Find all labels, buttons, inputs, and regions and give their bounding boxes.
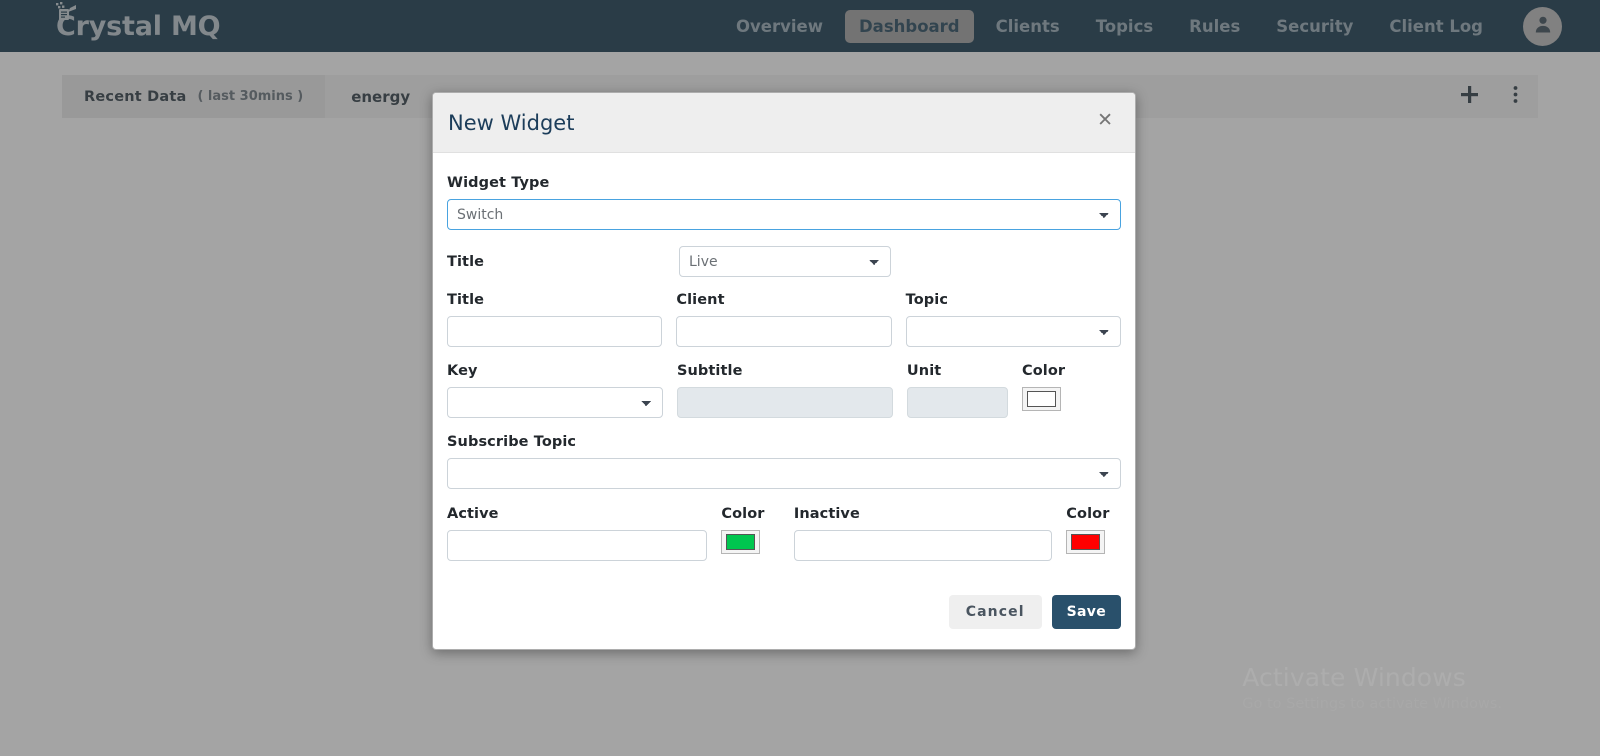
key-field-label: Key (447, 363, 478, 379)
save-button[interactable]: Save (1051, 595, 1121, 629)
widget-type-label: Widget Type (447, 175, 550, 191)
inactive-color-fill (1071, 534, 1101, 550)
active-field-group: Active (447, 506, 708, 561)
identity-row: Title Client Topic (447, 292, 1121, 347)
active-color-swatch[interactable] (721, 530, 761, 554)
title-input[interactable] (447, 316, 663, 347)
subtitle-input (676, 387, 893, 418)
color-field-group: Color (1021, 363, 1121, 411)
key-row: Key Subtitle Unit Color (447, 363, 1121, 418)
color-field-label: Color (1021, 363, 1066, 379)
title-field-label: Title (447, 292, 485, 308)
subscribe-topic-select[interactable] (447, 458, 1121, 489)
client-field-group: Client (676, 292, 892, 347)
subtitle-field-group: Subtitle (676, 363, 893, 418)
subscribe-topic-label: Subscribe Topic (447, 434, 577, 450)
windows-activation-watermark: Activate Windows Go to Settings to activ… (1242, 663, 1502, 712)
modal-footer: Cancel Save (433, 577, 1135, 649)
watermark-subtitle: Go to Settings to activate Windows. (1242, 696, 1502, 712)
unit-field-label: Unit (906, 363, 942, 379)
client-field-label: Client (676, 292, 725, 308)
unit-input (906, 387, 1008, 418)
modal-header: New Widget ✕ (433, 93, 1135, 153)
title-field-group: Title (447, 292, 663, 347)
inactive-input[interactable] (793, 530, 1053, 561)
new-widget-modal: New Widget ✕ Widget Type Switch Title Li… (432, 92, 1136, 650)
widget-type-select[interactable]: Switch (447, 199, 1121, 230)
topic-select[interactable] (905, 316, 1121, 347)
inactive-color-label: Color (1066, 506, 1110, 522)
title-mode-group: Title Live (447, 246, 1121, 277)
key-select[interactable] (447, 387, 663, 418)
modal-body: Widget Type Switch Title Live Title Clie… (433, 153, 1135, 577)
close-icon[interactable]: ✕ (1097, 111, 1113, 130)
widget-color-fill (1026, 391, 1056, 407)
topic-field-label: Topic (905, 292, 949, 308)
inactive-field-group: Inactive (793, 506, 1053, 561)
widget-color-swatch[interactable] (1021, 387, 1061, 411)
inactive-color-group: Color (1066, 506, 1121, 554)
cancel-button[interactable]: Cancel (948, 595, 1042, 629)
modal-title: New Widget (448, 111, 575, 135)
widget-type-group: Widget Type Switch (447, 175, 1121, 230)
active-color-label: Color (721, 506, 765, 522)
client-input[interactable] (676, 316, 892, 347)
subtitle-field-label: Subtitle (676, 363, 743, 379)
active-color-fill (726, 534, 756, 550)
active-color-group: Color (721, 506, 779, 554)
key-field-group: Key (447, 363, 663, 418)
active-field-label: Active (447, 506, 499, 522)
active-input[interactable] (447, 530, 708, 561)
unit-field-group: Unit (906, 363, 1008, 418)
topic-field-group: Topic (905, 292, 1121, 347)
title-mode-select[interactable]: Live (679, 246, 891, 277)
inactive-color-swatch[interactable] (1066, 530, 1106, 554)
title-mode-label: Title (447, 253, 485, 270)
inactive-field-label: Inactive (793, 506, 860, 522)
state-row: Active Color Inactive Color (447, 506, 1121, 561)
subscribe-topic-group: Subscribe Topic (447, 434, 1121, 489)
watermark-title: Activate Windows (1242, 663, 1466, 692)
